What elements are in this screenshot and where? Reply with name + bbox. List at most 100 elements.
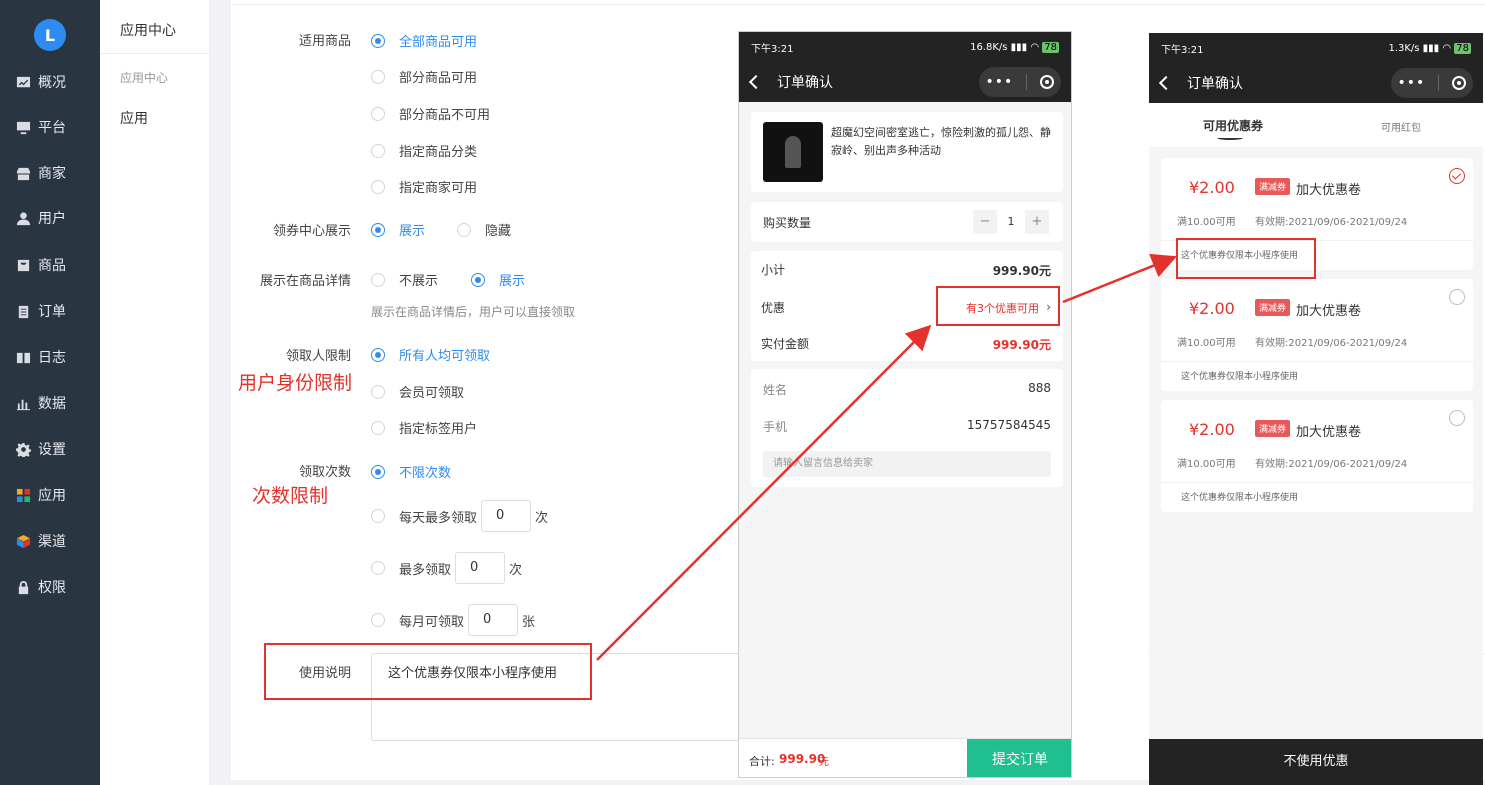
unchecked-circle-icon[interactable] xyxy=(1449,410,1465,426)
app-logo[interactable]: L xyxy=(34,19,66,51)
page-title: 订单确认 xyxy=(1187,76,1243,92)
unchecked-circle-icon[interactable] xyxy=(1449,289,1465,305)
who-option-tag[interactable]: 指定标签用户 xyxy=(371,418,477,437)
radio-checked[interactable] xyxy=(371,33,385,48)
coupon-card[interactable]: ¥2.00 满减券 加大优惠卷 满10.00可用 有效期:2021/09/06-… xyxy=(1161,400,1473,512)
center-display-label: 领券中心展示 xyxy=(272,224,351,239)
radio[interactable] xyxy=(371,561,385,575)
product-name: 超魔幻空间密室逃亡，惊险刺激的孤儿怨、静寂岭、别出声多种活动 xyxy=(831,126,1051,157)
qty-plus-button[interactable]: + xyxy=(1025,210,1049,234)
subtotal-label: 小计 xyxy=(761,263,786,277)
radio[interactable] xyxy=(457,222,471,237)
sidebar-item-goods[interactable]: 商品 xyxy=(0,250,100,280)
sidebar-item-label: 应用 xyxy=(38,488,66,504)
check-circle-icon[interactable] xyxy=(1449,168,1465,184)
monitor-icon xyxy=(15,119,31,135)
sidebar-item-settings[interactable]: 设置 xyxy=(0,434,100,464)
phone-label: 手机 xyxy=(763,420,788,434)
back-icon[interactable] xyxy=(748,74,764,90)
sidebar-item-apps[interactable]: 应用 xyxy=(0,480,100,510)
sidebar-item-data[interactable]: 数据 xyxy=(0,388,100,418)
sidebar-item-platform[interactable]: 平台 xyxy=(0,112,100,142)
receiver-limit-label: 领取人限制 xyxy=(285,349,351,364)
active-tab-indicator xyxy=(1217,136,1243,140)
radio[interactable] xyxy=(371,106,385,121)
scope-option-category[interactable]: 指定商品分类 xyxy=(371,141,477,160)
subbar-item-apps[interactable]: 应用 xyxy=(120,108,148,128)
name-value[interactable]: 888 xyxy=(1028,381,1051,395)
tab-red-packets[interactable]: 可用红包 xyxy=(1381,119,1421,134)
scope-option-merchant[interactable]: 指定商家可用 xyxy=(371,177,477,196)
back-icon[interactable] xyxy=(1158,75,1174,91)
more-icon[interactable]: ••• xyxy=(1398,75,1426,91)
sidebar-item-label: 商品 xyxy=(38,258,66,274)
status-bar: 下午3:21 1.3K/s ▮▮▮ ◠ 78 xyxy=(1149,33,1483,63)
qty-minus-button[interactable]: − xyxy=(973,210,997,234)
sidebar-item-user[interactable]: 用户 xyxy=(0,203,100,233)
gear-icon xyxy=(15,441,31,457)
who-option-member[interactable]: 会员可领取 xyxy=(371,382,464,401)
sidebar-item-order[interactable]: 订单 xyxy=(0,296,100,326)
scope-option-exclude[interactable]: 部分商品不可用 xyxy=(371,104,490,123)
more-icon[interactable]: ••• xyxy=(986,74,1014,90)
detail-option-show[interactable]: 展示 xyxy=(471,270,525,289)
who-option-all[interactable]: 所有人均可领取 xyxy=(371,345,490,364)
buyer-info: 姓名 888 手机 15757584545 请输入留言信息给卖家 xyxy=(751,369,1063,487)
radio[interactable] xyxy=(371,384,385,399)
qty-value[interactable]: 1 xyxy=(999,210,1023,234)
close-mini-program-icon[interactable] xyxy=(1040,75,1055,89)
scope-option-all[interactable]: 全部商品可用 xyxy=(371,31,477,50)
phone-value[interactable]: 15757584545 xyxy=(967,418,1051,432)
radio[interactable] xyxy=(371,272,385,287)
times-option-daily[interactable]: 每天最多领取 0 次 xyxy=(371,500,548,532)
radio[interactable] xyxy=(371,509,385,523)
scope-option-partial[interactable]: 部分商品可用 xyxy=(371,67,477,86)
radio-checked[interactable] xyxy=(371,464,385,479)
sidebar-item-overview[interactable]: 概况 xyxy=(0,67,100,97)
radio-checked[interactable] xyxy=(371,347,385,362)
coupon-condition: 满10.00可用 xyxy=(1177,338,1236,349)
nav-bar: 订单确认 ••• xyxy=(1149,63,1483,103)
radio[interactable] xyxy=(371,143,385,158)
radio[interactable] xyxy=(371,69,385,84)
coupon-card[interactable]: ¥2.00 满减券 加大优惠卷 满10.00可用 有效期:2021/09/06-… xyxy=(1161,279,1473,391)
mini-program-capsule[interactable]: ••• xyxy=(979,67,1061,97)
radio[interactable] xyxy=(371,613,385,627)
detail-display-label: 展示在商品详情 xyxy=(259,274,351,289)
status-time: 下午3:21 xyxy=(1161,44,1204,56)
monthly-limit-input[interactable]: 0 xyxy=(468,604,519,636)
subbar-group-label: 应用中心 xyxy=(120,71,169,85)
coupon-description: 这个优惠券仅限本小程序使用 xyxy=(1161,482,1473,512)
times-option-unlimited[interactable]: 不限次数 xyxy=(371,462,451,481)
daily-limit-input[interactable]: 0 xyxy=(481,500,532,532)
mini-program-capsule[interactable]: ••• xyxy=(1391,68,1473,98)
close-mini-program-icon[interactable] xyxy=(1452,76,1467,90)
tab-available-coupons[interactable]: 可用优惠券 xyxy=(1203,117,1263,134)
sidebar-item-label: 设置 xyxy=(38,442,66,458)
annotation-box-discount xyxy=(936,286,1060,326)
radio[interactable] xyxy=(371,420,385,435)
phone-order-confirm: 下午3:21 16.8K/s ▮▮▮ ◠ 78 订单确认 ••• 超魔幻空间密室… xyxy=(738,31,1072,778)
message-input[interactable]: 请输入留言信息给卖家 xyxy=(763,451,1051,477)
sidebar-item-channel[interactable]: 渠道 xyxy=(0,526,100,556)
sidebar-item-label: 订单 xyxy=(38,304,66,320)
submit-order-button[interactable]: 提交订单 xyxy=(967,739,1071,777)
coupon-tabs: 可用优惠券 可用红包 xyxy=(1149,103,1483,147)
coupon-condition: 满10.00可用 xyxy=(1177,217,1236,228)
radio-checked[interactable] xyxy=(471,272,485,287)
center-option-hide[interactable]: 隐藏 xyxy=(457,220,511,239)
sidebar-item-merchant[interactable]: 商家 xyxy=(0,158,100,188)
product-card[interactable]: 超魔幻空间密室逃亡，惊险刺激的孤儿怨、静寂岭、别出声多种活动 xyxy=(751,112,1063,192)
max-limit-input[interactable]: 0 xyxy=(455,552,506,584)
sidebar-item-label: 平台 xyxy=(38,120,66,136)
radio[interactable] xyxy=(371,179,385,194)
sidebar-item-log[interactable]: 日志 xyxy=(0,342,100,372)
times-option-monthly[interactable]: 每月可领取 0 张 xyxy=(371,604,535,636)
sidebar-item-permission[interactable]: 权限 xyxy=(0,572,100,602)
times-option-max[interactable]: 最多领取 0 次 xyxy=(371,552,522,584)
radio-checked[interactable] xyxy=(371,222,385,237)
no-coupon-button[interactable]: 不使用优惠 xyxy=(1149,739,1483,785)
center-option-show[interactable]: 展示 xyxy=(371,220,425,239)
detail-option-hide[interactable]: 不展示 xyxy=(371,270,438,289)
bar-chart-icon xyxy=(15,395,31,411)
